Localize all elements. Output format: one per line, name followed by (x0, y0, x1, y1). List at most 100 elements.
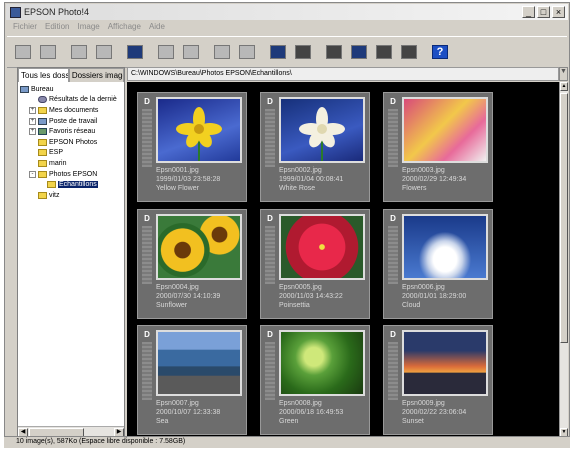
tab-all-folders[interactable]: Tous les dossi (18, 68, 69, 82)
expand-icon[interactable]: + (29, 106, 36, 114)
folder-icon (38, 138, 47, 146)
grid-vertical-scrollbar[interactable]: ▲ ▼ (559, 82, 568, 437)
photo-thumbnail[interactable] (279, 330, 365, 396)
film-strip (388, 342, 398, 400)
thumbnail-grid: D Epsn0001.jpg 1999/01/03 23:58:28 Yellow F… (127, 82, 559, 437)
save-icon (15, 45, 31, 59)
image-filename: Epsn0001.jpg (156, 167, 199, 174)
small-thumbs-button[interactable] (322, 40, 346, 64)
photo-thumbnail[interactable] (279, 97, 365, 163)
image-date: 2000/02/22 23:06:04 (402, 409, 467, 416)
tree-item-label: Résultats de la derniè (49, 96, 117, 104)
tab-image-folders[interactable]: Dossiers image (68, 68, 124, 82)
thumbnail-card[interactable]: D Epsn0009.jpg 2000/02/22 23:06:04 Sunset (383, 325, 493, 435)
photo-thumbnail[interactable] (156, 97, 242, 163)
pc-icon (20, 85, 29, 93)
path-dropdown-icon[interactable]: ▼ (559, 67, 568, 81)
menu-fichier[interactable]: Fichier (13, 22, 37, 35)
tree-item[interactable]: ESP (20, 148, 122, 159)
photo-thumbnail[interactable] (156, 330, 242, 396)
thumbnail-card[interactable]: D Epsn0001.jpg 1999/01/03 23:58:28 Yellow F… (137, 92, 247, 202)
dpof-badge: D (390, 214, 396, 223)
monitor-button[interactable] (266, 40, 290, 64)
slideshow-button[interactable] (291, 40, 315, 64)
tree-item[interactable]: Echantillons (20, 179, 122, 190)
menu-affichage[interactable]: Affichage (108, 22, 141, 35)
frame-button[interactable] (123, 40, 147, 64)
image-caption: Yellow Flower (156, 185, 199, 192)
image-caption: Sea (156, 418, 169, 425)
medium-thumbs-icon (351, 45, 367, 59)
tree-item[interactable]: + Poste de travail (20, 116, 122, 127)
tree-item[interactable]: vitz (20, 190, 122, 201)
tree-item[interactable]: - Photos EPSON (20, 169, 122, 180)
photo-thumbnail[interactable] (402, 97, 488, 163)
tree-item[interactable]: + Favoris réseau (20, 126, 122, 137)
tree-item-label: Bureau (31, 85, 54, 93)
image-filename: Epsn0005.jpg (279, 284, 322, 291)
small-thumbs-icon (326, 45, 342, 59)
thumbnail-card[interactable]: D Epsn0002.jpg 1999/01/04 00:08:41 White Ro… (260, 92, 370, 202)
prev-button[interactable] (154, 40, 178, 64)
window-title: EPSON Photo!4 (24, 7, 90, 17)
large-thumbs-icon (376, 45, 392, 59)
menu-edition[interactable]: Edition (45, 22, 69, 35)
path-field[interactable]: C:\WINDOWS\Bureau\Photos EPSON\Echantill… (127, 67, 559, 81)
thumbnail-card[interactable]: D Epsn0006.jpg 2000/01/01 18:29:00 Cloud (383, 209, 493, 319)
monitor-icon (270, 45, 286, 59)
image-meta: Epsn0007.jpg 2000/10/07 12:33:38 Sea (156, 399, 220, 426)
film-strip (142, 109, 152, 167)
image-date: 1999/01/03 23:58:28 (156, 176, 221, 183)
folder-icon (38, 170, 47, 178)
image-meta: Epsn0008.jpg 2000/06/18 16:49:53 Green (279, 399, 343, 426)
scroll-thumb[interactable] (560, 93, 568, 343)
tree-item[interactable]: marin (20, 158, 122, 169)
thumbnail-card[interactable]: D Epsn0004.jpg 2000/07/30 14:10:39 Sunflowe… (137, 209, 247, 319)
save-button[interactable] (11, 40, 35, 64)
photo-thumbnail[interactable] (402, 330, 488, 396)
expand-icon[interactable]: + (29, 117, 36, 125)
thumbnail-card[interactable]: D Epsn0005.jpg 2000/11/03 14:43:22 Poinsett… (260, 209, 370, 319)
tree-item-label: Echantillons (58, 181, 98, 189)
folder-tree: Bureau Résultats de la derniè + Mes documen… (20, 84, 122, 201)
image-date: 2000/01/01 18:29:00 (402, 293, 467, 300)
thumbnail-card[interactable]: D Epsn0003.jpg 2000/02/29 12:49:34 Flowers (383, 92, 493, 202)
tree-item[interactable]: Résultats de la derniè (20, 95, 122, 106)
dpof-badge: D (390, 97, 396, 106)
large-thumbs-button[interactable] (372, 40, 396, 64)
blank-button[interactable] (67, 40, 91, 64)
expand-icon[interactable]: + (29, 128, 36, 136)
print-button[interactable] (36, 40, 60, 64)
photo-thumbnail[interactable] (402, 214, 488, 280)
tree-item-label: Mes documents (49, 106, 99, 114)
rotate-right-button[interactable] (235, 40, 259, 64)
photo-thumbnail[interactable] (279, 214, 365, 280)
menu-aide[interactable]: Aide (149, 22, 165, 35)
photo-thumbnail[interactable] (156, 214, 242, 280)
menu-image[interactable]: Image (77, 22, 99, 35)
tree-item[interactable]: + Mes documents (20, 105, 122, 116)
maximize-button[interactable]: □ (537, 6, 550, 18)
scroll-up-arrow-icon[interactable]: ▲ (560, 82, 568, 91)
toolbar: ? (7, 36, 567, 68)
rotate-left-button[interactable] (210, 40, 234, 64)
minimize-button[interactable]: _ (522, 6, 535, 18)
collapse-icon[interactable]: - (29, 170, 36, 178)
tree-item[interactable]: EPSON Photos (20, 137, 122, 148)
next-button[interactable] (179, 40, 203, 64)
image-filename: Epsn0007.jpg (156, 400, 199, 407)
folder-icon (38, 191, 47, 199)
thumbnail-card[interactable]: D Epsn0008.jpg 2000/06/18 16:49:53 Green (260, 325, 370, 435)
close-button[interactable]: × (552, 6, 565, 18)
tree-item[interactable]: Bureau (20, 84, 122, 95)
medium-thumbs-button[interactable] (347, 40, 371, 64)
image-caption: Cloud (402, 302, 421, 309)
list-button[interactable] (397, 40, 421, 64)
print-icon (40, 45, 56, 59)
copy-button[interactable] (92, 40, 116, 64)
image-date: 2000/06/18 16:49:53 (279, 409, 344, 416)
blank-icon (71, 45, 87, 59)
thumbnail-card[interactable]: D Epsn0007.jpg 2000/10/07 12:33:38 Sea (137, 325, 247, 435)
image-caption: White Rose (279, 185, 316, 192)
help-button[interactable]: ? (428, 40, 452, 64)
